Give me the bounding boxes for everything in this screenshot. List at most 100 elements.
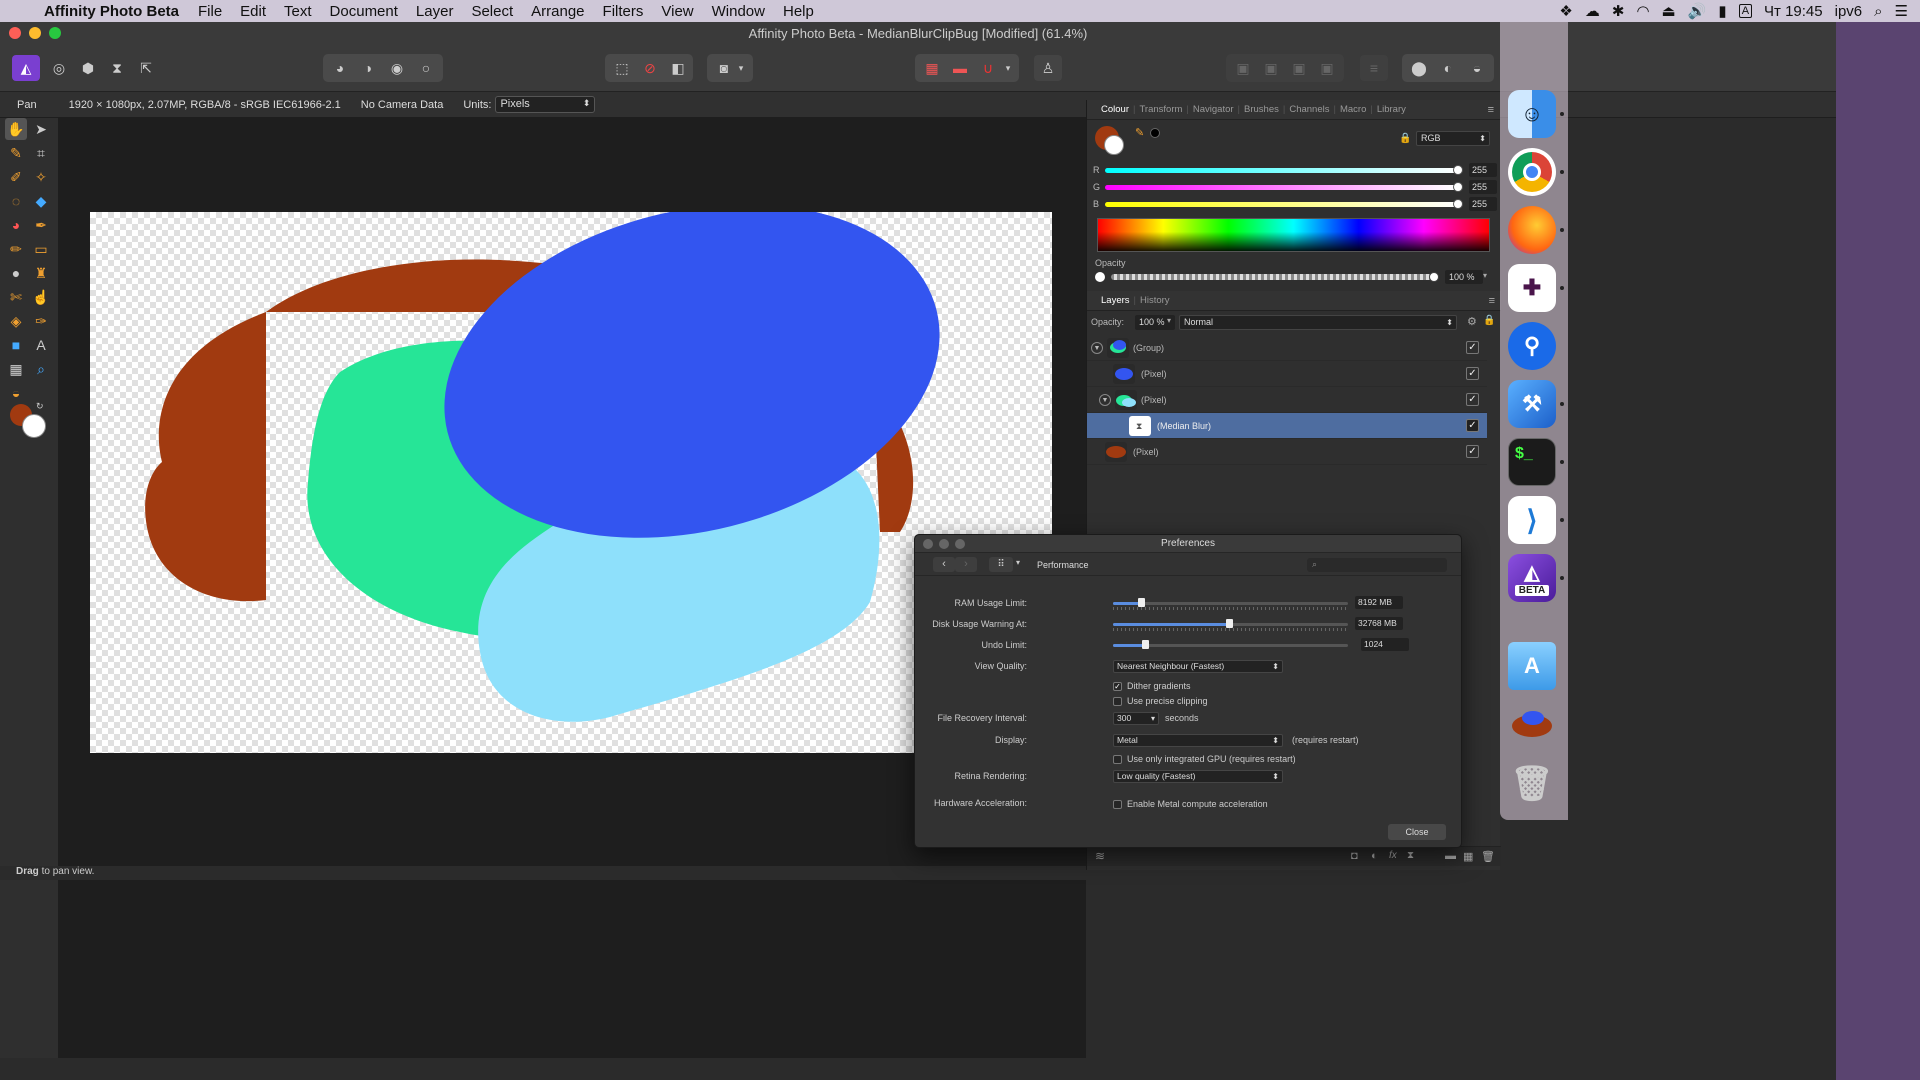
menu-arrange[interactable]: Arrange [522, 3, 593, 20]
blue-value[interactable]: 255 [1469, 197, 1497, 211]
file-recovery-select[interactable]: 300 ▾ [1113, 712, 1159, 725]
quick-mask-dropdown-icon[interactable]: ▾ [734, 55, 748, 81]
black-swatch-icon[interactable] [1150, 128, 1160, 138]
slack-icon[interactable]: ✚ [1508, 264, 1556, 312]
gradient-tool-icon[interactable]: ◈ [5, 310, 27, 332]
colour-mode-select[interactable]: RGB ⬍ [1416, 131, 1490, 146]
document-canvas[interactable] [90, 212, 1052, 753]
move-to-front-icon[interactable]: ▣ [1313, 55, 1341, 81]
green-slider-track[interactable] [1105, 185, 1457, 190]
menu-file[interactable]: File [189, 3, 231, 20]
add-pixel-layer-icon[interactable]: ▦ [1463, 850, 1473, 863]
control-center-icon[interactable]: ☰ [1895, 2, 1908, 20]
adjustment-layer-icon[interactable]: ◐ [1371, 850, 1378, 862]
tab-transform[interactable]: Transform [1139, 104, 1182, 115]
dialog-close-dot[interactable] [923, 539, 933, 549]
ram-limit-knob[interactable] [1138, 598, 1145, 607]
auto-colours-icon[interactable]: ◉ [383, 55, 411, 81]
checkbox-checked[interactable]: ✓ [1113, 681, 1122, 691]
retina-rendering-select[interactable]: Low quality (Fastest) ⬍ [1113, 770, 1283, 783]
colour-panel-menu-icon[interactable]: ≡ [1488, 104, 1494, 116]
swap-colours-icon[interactable]: ↻ [36, 401, 44, 412]
layer-row-median-blur-selected[interactable]: ⧗ (Median Blur) ✓ [1087, 413, 1487, 439]
paint-mixer-tool-icon[interactable]: ✒ [30, 214, 52, 236]
menu-edit[interactable]: Edit [231, 3, 275, 20]
layer-visibility-checkbox[interactable]: ✓ [1466, 367, 1479, 380]
applications-folder-icon[interactable]: A [1508, 642, 1556, 690]
colour-opacity-value[interactable]: 100 % [1445, 270, 1483, 284]
menu-filters[interactable]: Filters [594, 3, 653, 20]
back-arrow-icon[interactable]: ‹ [933, 557, 955, 572]
zoom-tool-icon[interactable]: ⌕ [30, 358, 52, 380]
pan-tool-icon[interactable]: ✋ [5, 118, 27, 140]
lock-icon[interactable]: 🔒 [1399, 133, 1411, 144]
live-filter-icon[interactable]: ⧗ [1407, 850, 1414, 861]
auto-white-balance-icon[interactable]: ○ [412, 55, 440, 81]
chrome-icon[interactable] [1508, 148, 1556, 196]
delete-layer-icon[interactable]: 🗑 [1481, 850, 1495, 863]
secondary-colour-swatch[interactable] [22, 414, 46, 438]
blend-mode-select[interactable]: Normal ⬍ [1179, 315, 1457, 330]
layers-stack-icon[interactable]: ≋ [1095, 849, 1105, 863]
layer-row-group[interactable]: ▼ (Group) ✓ [1087, 335, 1487, 361]
red-value[interactable]: 255 [1469, 163, 1497, 177]
colour-stroke-swatch[interactable] [1104, 135, 1124, 155]
chevron-down-icon[interactable]: ▾ [1016, 558, 1020, 567]
move-forward-one-icon[interactable]: ▣ [1285, 55, 1313, 81]
snapping-magnet-icon[interactable]: ∪ [974, 55, 1002, 81]
ram-limit-slider[interactable] [1113, 598, 1348, 610]
layer-visibility-checkbox[interactable]: ✓ [1466, 341, 1479, 354]
colour-picker-icon[interactable]: ✎ [1135, 126, 1144, 139]
creative-cloud-icon[interactable]: ☁ [1585, 2, 1600, 20]
eraser-tool-icon[interactable]: ▭ [30, 238, 52, 260]
layer-visibility-checkbox[interactable]: ✓ [1466, 393, 1479, 406]
deselect-icon[interactable]: ⊘ [636, 55, 664, 81]
dodge-tool-icon[interactable]: ● [5, 262, 27, 284]
disk-warning-knob[interactable] [1226, 619, 1233, 628]
document-info[interactable]: 1920 × 1080px, 2.07MP, RGBA/8 - sRGB IEC… [59, 99, 351, 111]
checkbox-unchecked[interactable] [1113, 799, 1122, 809]
liquify-persona-icon[interactable]: ◎ [45, 55, 73, 81]
layer-lock-icon[interactable]: 🔒 [1483, 315, 1495, 326]
maps-pin-icon[interactable]: ⚲ [1508, 322, 1556, 370]
menu-layer[interactable]: Layer [407, 3, 463, 20]
eject-icon[interactable]: ⏏ [1662, 2, 1676, 20]
subtract-boolean-icon[interactable]: ◐ [1434, 55, 1462, 81]
rectangle-tool-icon[interactable]: ■ [5, 334, 27, 356]
network-label[interactable]: ipv6 [1835, 3, 1863, 20]
metal-compute-checkbox[interactable]: Enable Metal compute acceleration [1113, 798, 1268, 810]
red-slider-knob[interactable] [1453, 165, 1463, 175]
flood-fill-tool-icon[interactable]: ◆ [30, 190, 52, 212]
selection-brush-tool-icon[interactable]: ✐ [5, 166, 27, 188]
tab-navigator[interactable]: Navigator [1193, 104, 1234, 115]
finder-icon[interactable]: ☺ [1508, 90, 1556, 138]
menu-help[interactable]: Help [774, 3, 823, 20]
red-slider-track[interactable] [1105, 168, 1457, 173]
precise-clipping-checkbox[interactable]: Use precise clipping [1113, 695, 1208, 707]
develop-persona-icon[interactable]: ⬢ [74, 55, 102, 81]
add-group-icon[interactable]: ▬ [1445, 850, 1456, 862]
checkbox-unchecked[interactable] [1113, 754, 1122, 764]
clock[interactable]: Чт 19:45 [1764, 3, 1823, 20]
disk-warning-value[interactable]: 32768 MB [1355, 617, 1403, 630]
dialog-minimize-dot[interactable] [939, 539, 949, 549]
pen-tool-icon[interactable]: ✑ [30, 310, 52, 332]
layers-panel-menu-icon[interactable]: ≡ [1489, 295, 1495, 307]
wifi-icon[interactable]: ◠ [1636, 2, 1649, 20]
tab-brushes[interactable]: Brushes [1244, 104, 1279, 115]
trash-icon[interactable]: 🗑 [1508, 760, 1556, 808]
colour-picker-tool-icon[interactable]: ✎ [5, 142, 27, 164]
crop-tool-icon[interactable]: ⌗ [30, 142, 52, 164]
menu-app-name[interactable]: Affinity Photo Beta [44, 3, 189, 20]
layer-opacity-dropdown-icon[interactable]: ▾ [1167, 316, 1171, 325]
tab-library[interactable]: Library [1377, 104, 1406, 115]
align-icon[interactable]: ≡ [1360, 55, 1388, 81]
snapping-dropdown-icon[interactable]: ▾ [1000, 55, 1016, 81]
layer-row-pixel-brown[interactable]: (Pixel) ✓ [1087, 439, 1487, 465]
layer-row-pixel-green[interactable]: ▼ (Pixel) ✓ [1087, 387, 1487, 413]
liquify-tool-icon[interactable]: ◒ [5, 382, 27, 404]
integrated-gpu-checkbox[interactable]: Use only integrated GPU (requires restar… [1113, 753, 1296, 765]
blue-slider-track[interactable] [1105, 202, 1457, 207]
firefox-icon[interactable] [1508, 206, 1556, 254]
move-to-back-icon[interactable]: ▣ [1229, 55, 1257, 81]
